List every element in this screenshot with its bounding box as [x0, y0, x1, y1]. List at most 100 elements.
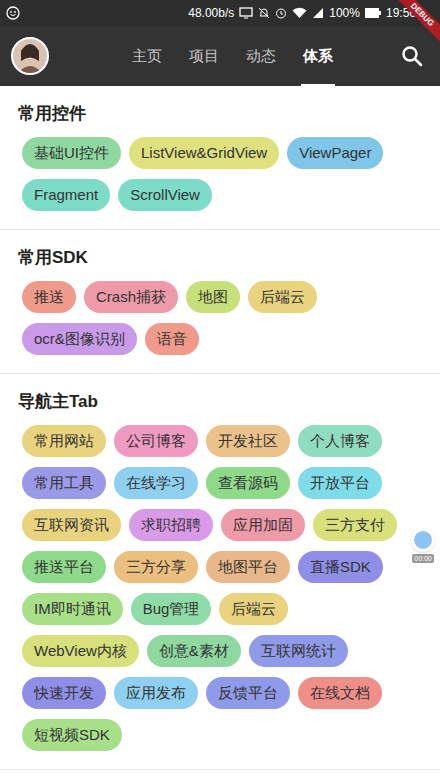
chip[interactable]: ListView&GridView [129, 137, 279, 169]
chip-label[interactable]: 后端云 [260, 287, 305, 307]
chip[interactable]: ViewPager [287, 137, 383, 169]
chip-label[interactable]: WebView内核 [34, 641, 127, 661]
chip-label[interactable]: 常用工具 [34, 473, 94, 493]
chip-label[interactable]: 应用加固 [233, 515, 293, 535]
battery-icon [365, 8, 381, 18]
cast-icon [239, 7, 253, 19]
chip[interactable]: 应用发布 [114, 677, 198, 709]
chip-label[interactable]: Crash捕获 [96, 287, 166, 307]
chip[interactable]: 反馈平台 [206, 677, 290, 709]
chip-label[interactable]: 短视频SDK [34, 725, 110, 745]
chip[interactable]: 推送平台 [22, 551, 106, 583]
mute-icon [258, 7, 270, 19]
chip[interactable]: 应用加固 [221, 509, 305, 541]
chip[interactable]: Fragment [22, 179, 110, 211]
tab[interactable]: 动态 [244, 26, 278, 86]
section-title: 常用SDK [18, 246, 422, 270]
chip[interactable]: 推送 [22, 281, 76, 313]
search-icon[interactable] [391, 45, 429, 67]
chip[interactable]: 后端云 [248, 281, 317, 313]
chip[interactable]: WebView内核 [22, 635, 139, 667]
chip[interactable]: ocr&图像识别 [22, 323, 137, 355]
chip-label[interactable]: Bug管理 [143, 599, 200, 619]
chip-label[interactable]: 公司博客 [126, 431, 186, 451]
chip[interactable]: 创意&素材 [147, 635, 241, 667]
tab[interactable]: 项目 [187, 26, 221, 86]
tab[interactable]: 体系 [301, 26, 335, 86]
tab-label[interactable]: 动态 [246, 45, 276, 68]
status-bar: 48.00b/s100%19:56 [0, 0, 440, 26]
chip-label[interactable]: 应用发布 [126, 683, 186, 703]
record-dot-icon[interactable] [411, 528, 435, 552]
tab-indicator [301, 84, 335, 86]
chip-label[interactable]: 直播SDK [310, 557, 371, 577]
chip[interactable]: 开放平台 [298, 467, 382, 499]
chip-label[interactable]: 开放平台 [310, 473, 370, 493]
chip-label[interactable]: IM即时通讯 [34, 599, 111, 619]
chip-label[interactable]: 互联网资讯 [34, 515, 109, 535]
tab-label[interactable]: 主页 [132, 45, 162, 68]
chip-label[interactable]: 查看源码 [218, 473, 278, 493]
chip[interactable]: 个人博客 [298, 425, 382, 457]
avatar[interactable] [11, 37, 49, 75]
category-list: 常用控件基础UI控件 ListView&GridView ViewPager Frag… [0, 86, 440, 770]
chip[interactable]: 查看源码 [206, 467, 290, 499]
section-title: 常用控件 [18, 102, 422, 126]
chip[interactable]: 在线学习 [114, 467, 198, 499]
chip[interactable]: 短视频SDK [22, 719, 122, 751]
chip-label[interactable]: 求职招聘 [141, 515, 201, 535]
chip[interactable]: 快速开发 [22, 677, 106, 709]
chip-label[interactable]: 反馈平台 [218, 683, 278, 703]
chip[interactable]: Crash捕获 [84, 281, 178, 313]
chip-label[interactable]: 基础UI控件 [34, 143, 109, 163]
chip-label[interactable]: 创意&素材 [159, 641, 229, 661]
chip-label[interactable]: Fragment [34, 185, 98, 205]
chip-label[interactable]: 推送 [34, 287, 64, 307]
tab-label[interactable]: 体系 [303, 45, 333, 68]
chip-label[interactable]: 开发社区 [218, 431, 278, 451]
chip-label[interactable]: 后端云 [231, 599, 276, 619]
chip[interactable]: IM即时通讯 [22, 593, 123, 625]
debug-banner: DEBUG [394, 0, 440, 46]
chip[interactable]: 公司博客 [114, 425, 198, 457]
record-timer: 00:00 [412, 554, 434, 563]
chip[interactable]: Bug管理 [131, 593, 212, 625]
chip[interactable]: 语音 [145, 323, 199, 355]
chip-label[interactable]: 三方支付 [325, 515, 385, 535]
chip[interactable]: 互联网资讯 [22, 509, 121, 541]
chip-label[interactable]: ocr&图像识别 [34, 329, 125, 349]
chip-label[interactable]: ScrollView [130, 185, 200, 205]
chip-label[interactable]: 地图平台 [218, 557, 278, 577]
chip[interactable]: 基础UI控件 [22, 137, 121, 169]
chip-label[interactable]: 在线文档 [310, 683, 370, 703]
chip[interactable]: 常用网站 [22, 425, 106, 457]
chip-label[interactable]: 地图 [198, 287, 228, 307]
chip-label[interactable]: 推送平台 [34, 557, 94, 577]
category-section: 常用SDK 推送 Crash捕获 地图 后端云 ocr&图像识别 语音 [0, 230, 440, 374]
chip-label[interactable]: 互联网统计 [261, 641, 336, 661]
chip[interactable]: 开发社区 [206, 425, 290, 457]
chip[interactable]: 三方支付 [313, 509, 397, 541]
chip[interactable]: 地图 [186, 281, 240, 313]
chip[interactable]: 互联网统计 [249, 635, 348, 667]
chip-label[interactable]: 语音 [157, 329, 187, 349]
chip[interactable]: 常用工具 [22, 467, 106, 499]
chip-label[interactable]: ViewPager [299, 143, 371, 163]
chip-label[interactable]: 三方分享 [126, 557, 186, 577]
chip-label[interactable]: 个人博客 [310, 431, 370, 451]
chip[interactable]: ScrollView [118, 179, 212, 211]
chip[interactable]: 后端云 [219, 593, 288, 625]
chip[interactable]: 在线文档 [298, 677, 382, 709]
chip[interactable]: 地图平台 [206, 551, 290, 583]
tab-label[interactable]: 项目 [189, 45, 219, 68]
recorder-widget[interactable]: 00:00 [411, 528, 435, 563]
chip[interactable]: 三方分享 [114, 551, 198, 583]
status-right: 48.00b/s100%19:56 [188, 4, 434, 22]
tab[interactable]: 主页 [130, 26, 164, 86]
chip[interactable]: 求职招聘 [129, 509, 213, 541]
chip[interactable]: 直播SDK [298, 551, 383, 583]
chip-label[interactable]: 快速开发 [34, 683, 94, 703]
chip-label[interactable]: 常用网站 [34, 431, 94, 451]
chip-label[interactable]: ListView&GridView [141, 143, 267, 163]
chip-label[interactable]: 在线学习 [126, 473, 186, 493]
